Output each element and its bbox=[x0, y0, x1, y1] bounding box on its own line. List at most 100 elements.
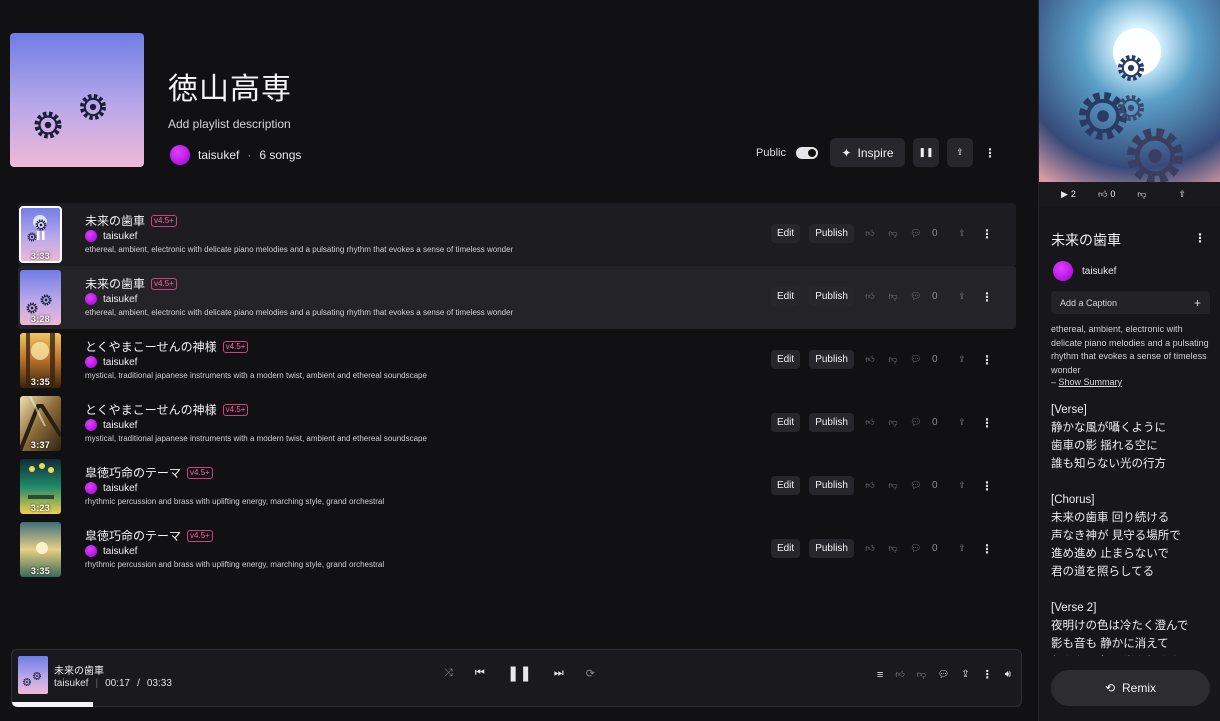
playback-progress[interactable] bbox=[12, 702, 93, 707]
edit-button[interactable]: Edit bbox=[770, 350, 801, 369]
thumbs-up-icon[interactable]: 👍︎ bbox=[863, 480, 877, 491]
artist-avatar[interactable] bbox=[85, 419, 97, 431]
comment-icon[interactable]: 💬︎ bbox=[909, 480, 923, 491]
song-row[interactable]: 3:35 皐徳巧命のテーマ v4.5+ taisukef rhythmic pe… bbox=[18, 518, 1016, 581]
song-title-text[interactable]: とくやまこーせんの神様 bbox=[85, 401, 217, 418]
song-thumbnail[interactable]: 3:37 bbox=[20, 396, 61, 451]
song-cover-art[interactable] bbox=[1039, 0, 1220, 182]
playlist-title[interactable]: 徳山高専 bbox=[168, 64, 292, 108]
song-row[interactable]: 3:35 とくやまこーせんの神様 v4.5+ taisukef mystical… bbox=[18, 329, 1016, 392]
song-thumbnail[interactable]: 3:35 bbox=[20, 333, 61, 388]
publish-button[interactable]: Publish bbox=[809, 224, 854, 243]
share-icon[interactable]: ⇪ bbox=[955, 417, 969, 428]
previous-icon[interactable]: ⏮︎ bbox=[475, 667, 485, 680]
queue-icon[interactable]: ≡ bbox=[877, 669, 883, 681]
thumbs-up-icon[interactable]: 👍︎ bbox=[863, 543, 877, 554]
song-thumbnail[interactable]: 3:28 bbox=[20, 270, 61, 325]
playlist-description[interactable]: Add playlist description bbox=[168, 117, 291, 131]
artist-avatar[interactable] bbox=[85, 356, 97, 368]
edit-button[interactable]: Edit bbox=[770, 476, 801, 495]
song-more-icon[interactable]: ⋮ bbox=[978, 416, 996, 430]
inspire-button[interactable]: ✦ Inspire bbox=[829, 138, 905, 167]
detail-title[interactable]: 未来の歯車 bbox=[1051, 230, 1121, 250]
artist-avatar[interactable] bbox=[85, 230, 97, 242]
shuffle-icon[interactable]: ⤨ bbox=[444, 667, 453, 680]
thumbs-up-icon[interactable]: 👍︎ bbox=[863, 228, 877, 239]
player-more-icon[interactable]: ⋮ bbox=[982, 668, 993, 681]
next-icon[interactable]: ⏭︎ bbox=[554, 667, 564, 680]
show-summary-link[interactable]: Show Summary bbox=[1059, 377, 1123, 387]
edit-button[interactable]: Edit bbox=[770, 224, 801, 243]
song-more-icon[interactable]: ⋮ bbox=[978, 227, 996, 241]
thumbs-down-icon[interactable]: 👎︎ bbox=[886, 417, 900, 428]
artist-avatar[interactable] bbox=[85, 545, 97, 557]
comment-icon[interactable]: 💬︎ bbox=[909, 228, 923, 239]
artist-name[interactable]: taisukef bbox=[103, 483, 137, 494]
artist-name[interactable]: taisukef bbox=[103, 357, 137, 368]
share-playlist-button[interactable]: ⇪ bbox=[946, 138, 973, 167]
song-thumbnail[interactable]: 3:33 bbox=[19, 206, 62, 263]
song-title-text[interactable]: とくやまこーせんの神様 bbox=[85, 338, 217, 355]
publish-button[interactable]: Publish bbox=[809, 413, 854, 432]
detail-artist-avatar[interactable] bbox=[1053, 261, 1073, 281]
artist-name[interactable]: taisukef bbox=[103, 420, 137, 431]
comment-icon[interactable]: 💬︎ bbox=[909, 354, 923, 365]
thumbs-down-icon[interactable]: 👎︎ bbox=[886, 354, 900, 365]
volume-icon[interactable]: 🔊︎ bbox=[1005, 669, 1011, 680]
song-title-text[interactable]: 未来の歯車 bbox=[85, 212, 145, 229]
remix-button[interactable]: ⟲ Remix bbox=[1051, 670, 1210, 706]
share-icon[interactable]: ⇪ bbox=[955, 480, 969, 491]
thumbs-down-icon[interactable]: 👎︎ bbox=[886, 291, 900, 302]
pause-icon[interactable]: ❚❚ bbox=[507, 664, 532, 682]
edit-button[interactable]: Edit bbox=[770, 287, 801, 306]
thumbs-up-icon[interactable]: 👍︎ bbox=[863, 417, 877, 428]
song-thumbnail[interactable]: 3:23 bbox=[20, 459, 61, 514]
song-row[interactable]: 3:37 とくやまこーせんの神様 v4.5+ taisukef mystical… bbox=[18, 392, 1016, 455]
comment-icon[interactable]: 💬︎ bbox=[909, 543, 923, 554]
owner-avatar[interactable] bbox=[170, 145, 190, 165]
thumbs-up-icon[interactable]: 👍︎ bbox=[895, 669, 904, 680]
publish-button[interactable]: Publish bbox=[809, 476, 854, 495]
song-more-icon[interactable]: ⋮ bbox=[978, 479, 996, 493]
thumbs-down-icon[interactable]: 👎︎ bbox=[886, 228, 900, 239]
comment-icon[interactable]: 💬︎ bbox=[909, 417, 923, 428]
thumbs-up-icon[interactable]: 👍︎ bbox=[863, 291, 877, 302]
caption-input[interactable]: Add a Caption + bbox=[1051, 291, 1210, 314]
plus-icon[interactable]: + bbox=[1194, 296, 1201, 310]
song-more-icon[interactable]: ⋮ bbox=[978, 542, 996, 556]
thumbs-down-icon[interactable]: 👎︎ bbox=[886, 480, 900, 491]
artist-name[interactable]: taisukef bbox=[103, 546, 137, 557]
song-more-icon[interactable]: ⋮ bbox=[978, 353, 996, 367]
song-thumbnail[interactable]: 3:35 bbox=[20, 522, 61, 577]
song-row[interactable]: 3:33 未来の歯車 v4.5+ taisukef ethereal, ambi… bbox=[18, 203, 1016, 266]
thumbs-up-icon[interactable]: 👍︎ bbox=[863, 354, 877, 365]
repeat-icon[interactable]: ⟳ bbox=[586, 667, 595, 680]
playlist-more-icon[interactable]: ⋮ bbox=[981, 146, 999, 160]
song-row[interactable]: 3:23 皐徳巧命のテーマ v4.5+ taisukef rhythmic pe… bbox=[18, 455, 1016, 518]
thumbs-down-icon[interactable]: 👎︎ bbox=[886, 543, 900, 554]
thumbs-down-icon[interactable]: 👎︎ bbox=[917, 669, 926, 680]
now-playing-thumbnail[interactable] bbox=[18, 656, 48, 694]
artist-name[interactable]: taisukef bbox=[103, 294, 137, 305]
artist-avatar[interactable] bbox=[85, 293, 97, 305]
publish-button[interactable]: Publish bbox=[809, 287, 854, 306]
detail-more-icon[interactable]: ⋮ bbox=[1194, 231, 1206, 245]
pause-playlist-button[interactable]: ❚❚ bbox=[912, 138, 939, 167]
share-icon[interactable]: ⇪ bbox=[955, 354, 969, 365]
publish-button[interactable]: Publish bbox=[809, 350, 854, 369]
comment-icon[interactable]: 💬︎ bbox=[909, 291, 923, 302]
share-icon[interactable]: ⇪ bbox=[955, 543, 969, 554]
edit-button[interactable]: Edit bbox=[770, 539, 801, 558]
artist-name[interactable]: taisukef bbox=[103, 231, 137, 242]
publish-button[interactable]: Publish bbox=[809, 539, 854, 558]
song-title-text[interactable]: 未来の歯車 bbox=[85, 275, 145, 292]
playlist-cover[interactable] bbox=[10, 33, 144, 167]
now-playing-title[interactable]: 未来の歯車 bbox=[54, 662, 104, 677]
song-row[interactable]: 3:28 未来の歯車 v4.5+ taisukef ethereal, ambi… bbox=[18, 266, 1016, 329]
share-icon[interactable]: ⇪ bbox=[955, 228, 969, 239]
edit-button[interactable]: Edit bbox=[770, 413, 801, 432]
share-icon[interactable]: ⇪ bbox=[1179, 189, 1187, 200]
comment-icon[interactable]: 💬︎ bbox=[938, 669, 949, 680]
show-summary[interactable]: – Show Summary bbox=[1051, 377, 1122, 387]
artist-avatar[interactable] bbox=[85, 482, 97, 494]
